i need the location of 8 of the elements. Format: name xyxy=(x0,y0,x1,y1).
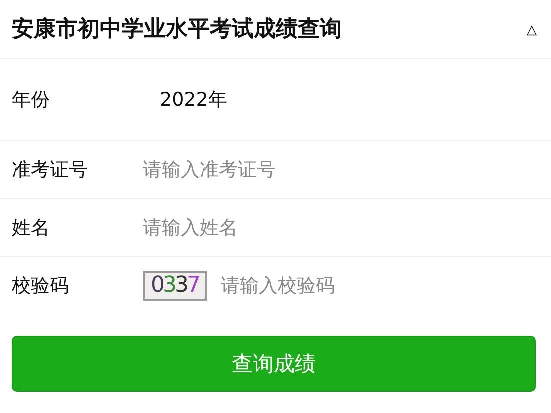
field-label: 准考证号 xyxy=(12,158,89,182)
field-label: 校验码 xyxy=(12,274,70,298)
collapse-toggle[interactable]: △ xyxy=(527,22,537,36)
field-label: 年份 xyxy=(12,88,51,112)
captcha-image[interactable]: 0337 xyxy=(143,270,207,300)
year-value: 2022年 xyxy=(160,88,228,112)
page-title: 安康市初中学业水平考试成绩查询 xyxy=(12,16,342,44)
field-label: 姓名 xyxy=(12,216,51,240)
